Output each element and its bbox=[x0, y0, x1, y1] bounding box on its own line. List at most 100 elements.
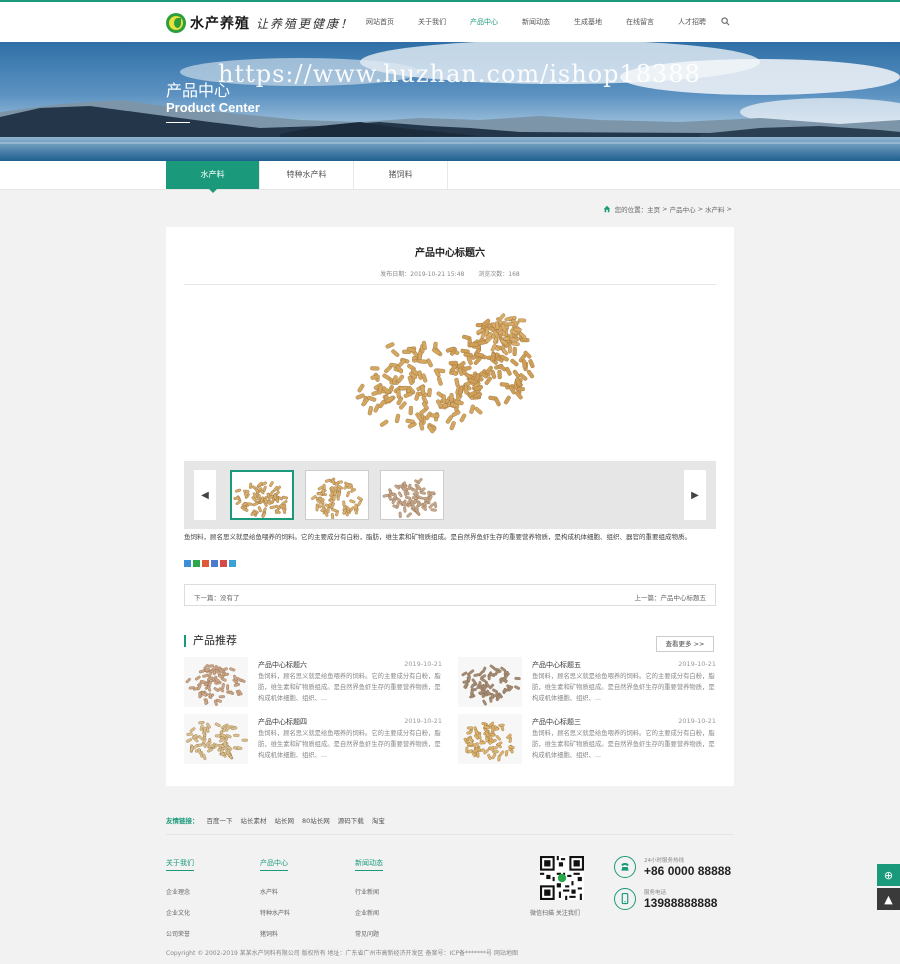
top-header: 水产养殖 让养殖更健康！ 网站首页 关于我们 产品中心 新闻动态 生成基地 在线… bbox=[0, 0, 900, 44]
share-weibo-icon[interactable] bbox=[202, 560, 209, 567]
subtab-pig-feed[interactable]: 猪饲料 bbox=[354, 161, 448, 189]
mobile-phone-icon bbox=[614, 888, 636, 910]
footer-column-title[interactable]: 产品中心 bbox=[260, 858, 288, 871]
friend-link[interactable]: 百度一下 bbox=[207, 815, 233, 825]
gallery-thumb[interactable] bbox=[305, 470, 369, 520]
category-subnav: 水产料 特种水产料 猪饲料 bbox=[0, 161, 900, 193]
recommend-excerpt: 鱼饲料，顾名思义就是给鱼喂养的饲料。它的主要成分有白粉，脂肪，维生素和矿物质组成… bbox=[532, 673, 715, 702]
friend-link[interactable]: 淘宝 bbox=[372, 815, 385, 825]
banner-title: 产品中心 bbox=[166, 81, 231, 100]
product-detail-card: 产品中心标题六 发布日期：2019-10-21 15:48 浏览次数：168 ◀… bbox=[166, 227, 734, 786]
phone-icon bbox=[614, 856, 636, 878]
breadcrumb-sep: > bbox=[726, 205, 732, 213]
footer-link[interactable]: 常见问题 bbox=[355, 929, 383, 938]
share-tencent-icon[interactable] bbox=[211, 560, 218, 567]
recommend-excerpt: 鱼饲料，顾名思义就是给鱼喂养的饲料。它的主要成分有白粉，脂肪，维生素和矿物质组成… bbox=[258, 673, 441, 702]
recommend-title[interactable]: 产品中心标题三 bbox=[532, 717, 581, 727]
recommend-title[interactable]: 产品中心标题六 bbox=[258, 660, 307, 670]
friend-links-label: 友情链接： bbox=[166, 817, 199, 825]
friend-link[interactable]: 源码下载 bbox=[338, 815, 364, 825]
publish-date: 发布日期：2019-10-21 15:48 bbox=[380, 271, 465, 278]
view-more-button[interactable]: 查看更多 >> bbox=[656, 636, 714, 652]
breadcrumb-sep: > bbox=[697, 205, 704, 213]
recommend-date: 2019-10-21 bbox=[404, 660, 442, 668]
footer-column-title[interactable]: 关于我们 bbox=[166, 858, 194, 871]
footer-link[interactable]: 企业理念 bbox=[166, 887, 194, 896]
recommend-date: 2019-10-21 bbox=[678, 717, 716, 725]
watermark-text: https://www.huzhan.com/ishop18388 bbox=[218, 60, 701, 88]
recommend-thumb[interactable] bbox=[184, 714, 248, 764]
footer-column-about: 关于我们 企业理念 企业文化 公司荣誉 bbox=[166, 858, 194, 950]
footer-link[interactable]: 企业新闻 bbox=[355, 908, 383, 917]
product-title: 产品中心标题六 bbox=[415, 248, 485, 259]
wechat-qr-code bbox=[540, 856, 584, 900]
footer-link[interactable]: 猪饲料 bbox=[260, 929, 290, 938]
title-divider bbox=[184, 284, 716, 285]
banner-subtitle: Product Center bbox=[166, 100, 260, 115]
recommend-date: 2019-10-21 bbox=[404, 717, 442, 725]
friend-link[interactable]: 站长素材 bbox=[241, 815, 267, 825]
footer-divider bbox=[166, 834, 734, 835]
view-count: 浏览次数：168 bbox=[478, 271, 520, 278]
product-description: 鱼饲料，顾名思义就是给鱼喂养的饲料。它的主要成分有白粉，脂肪，维生素和矿物质组成… bbox=[184, 533, 691, 541]
nav-base[interactable]: 生成基地 bbox=[562, 2, 614, 44]
prev-article-link[interactable]: 下一篇：没有了 bbox=[194, 592, 240, 602]
logo-slogan: 让养殖更健康！ bbox=[256, 16, 355, 31]
mobile-label: 服务电话 bbox=[644, 890, 667, 896]
footer-link[interactable]: 水产料 bbox=[260, 887, 290, 896]
footer-column-news: 新闻动态 行业新闻 企业新闻 常见问题 bbox=[355, 858, 383, 950]
recommend-title[interactable]: 产品中心标题五 bbox=[532, 660, 581, 670]
gallery-thumb[interactable] bbox=[230, 470, 294, 520]
share-renren-icon[interactable] bbox=[220, 560, 227, 567]
footer-link[interactable]: 特种水产料 bbox=[260, 908, 290, 917]
footer-link[interactable]: 企业文化 bbox=[166, 908, 194, 917]
online-service-icon[interactable]: ⊕ bbox=[877, 864, 900, 886]
home-icon bbox=[603, 205, 610, 213]
recommend-thumb[interactable] bbox=[458, 657, 522, 707]
nav-jobs[interactable]: 人才招聘 bbox=[666, 2, 718, 44]
nav-products[interactable]: 产品中心 bbox=[458, 2, 510, 44]
recommend-heading: 产品推荐 bbox=[184, 635, 237, 647]
subtab-special-aquatic-feed[interactable]: 特种水产料 bbox=[260, 161, 354, 189]
friend-link[interactable]: 80站长网 bbox=[302, 815, 330, 825]
nav-about[interactable]: 关于我们 bbox=[406, 2, 458, 44]
recommend-item[interactable]: 产品中心标题六 2019-10-21 鱼饲料，顾名思义就是给鱼喂养的饲料。它的主… bbox=[184, 657, 442, 707]
friend-link[interactable]: 站长网 bbox=[275, 815, 295, 825]
footer-link[interactable]: 公司荣誉 bbox=[166, 929, 194, 938]
search-icon[interactable] bbox=[721, 17, 730, 26]
page-banner: https://www.huzhan.com/ishop18388 产品中心 P… bbox=[0, 42, 900, 161]
breadcrumb-products[interactable]: 产品中心 bbox=[670, 204, 696, 214]
share-qzone-icon[interactable] bbox=[184, 560, 191, 567]
next-article-link[interactable]: 上一篇：产品中心标题五 bbox=[635, 592, 707, 602]
recommend-date: 2019-10-21 bbox=[678, 660, 716, 668]
share-bar bbox=[184, 560, 236, 567]
breadcrumb-aquatic[interactable]: 水产料 bbox=[705, 204, 725, 214]
recommend-item[interactable]: 产品中心标题三 2019-10-21 鱼饲料，顾名思义就是给鱼喂养的饲料。它的主… bbox=[458, 714, 716, 764]
logo-mark-icon bbox=[166, 13, 186, 33]
breadcrumb-home[interactable]: 主页 bbox=[647, 204, 660, 214]
share-more-icon[interactable] bbox=[229, 560, 236, 567]
gallery-next-arrow-icon[interactable]: ▶ bbox=[684, 470, 706, 520]
image-gallery: ◀ ▶ bbox=[184, 461, 716, 529]
hotline-label: 24小时服务热线 bbox=[644, 858, 684, 864]
recommend-item[interactable]: 产品中心标题五 2019-10-21 鱼饲料，顾名思义就是给鱼喂养的饲料。它的主… bbox=[458, 657, 716, 707]
gallery-prev-arrow-icon[interactable]: ◀ bbox=[194, 470, 216, 520]
recommend-thumb[interactable] bbox=[184, 657, 248, 707]
footer-link[interactable]: 行业新闻 bbox=[355, 887, 383, 896]
recommend-item[interactable]: 产品中心标题四 2019-10-21 鱼饲料，顾名思义就是给鱼喂养的饲料。它的主… bbox=[184, 714, 442, 764]
nav-home[interactable]: 网站首页 bbox=[354, 2, 406, 44]
nav-news[interactable]: 新闻动态 bbox=[510, 2, 562, 44]
logo[interactable]: 水产养殖 让养殖更健康！ bbox=[166, 12, 354, 34]
breadcrumb-sep: > bbox=[662, 205, 668, 213]
recommend-title[interactable]: 产品中心标题四 bbox=[258, 717, 307, 727]
share-wechat-icon[interactable] bbox=[193, 560, 200, 567]
hotline-number: +86 0000 88888 bbox=[644, 864, 732, 878]
mobile-number: 13988888888 bbox=[644, 896, 718, 910]
back-to-top-icon[interactable]: ▲ bbox=[877, 888, 900, 910]
gallery-thumb[interactable] bbox=[380, 470, 444, 520]
recommend-thumb[interactable] bbox=[458, 714, 522, 764]
footer-column-title[interactable]: 新闻动态 bbox=[355, 858, 383, 871]
qr-caption: 微信扫描 关注我们 bbox=[530, 910, 580, 917]
subtab-aquatic-feed[interactable]: 水产料 bbox=[166, 161, 260, 193]
nav-message[interactable]: 在线留言 bbox=[614, 2, 666, 44]
